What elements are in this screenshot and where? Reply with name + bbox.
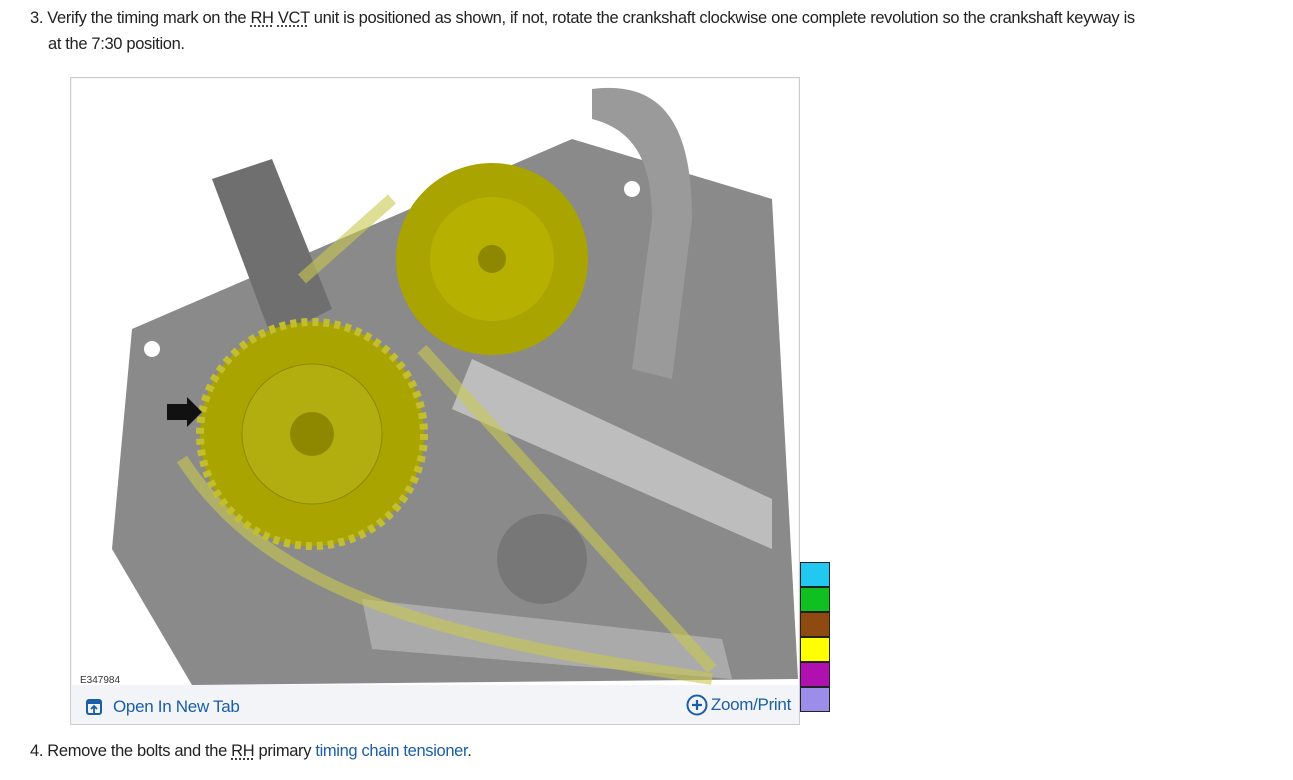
engine-illustration[interactable]: E347984 [72, 79, 798, 685]
timing-chain-tensioner-link[interactable]: timing chain tensioner [315, 742, 467, 760]
figure-toolbar: Open In New Tab Zoom/Print [71, 686, 799, 724]
open-in-new-tab-link[interactable]: Open In New Tab [85, 697, 240, 717]
abbr-rh[interactable]: RH [231, 742, 254, 760]
open-new-tab-icon [86, 699, 102, 715]
step-3: 3. Verify the timing mark on the RH VCT … [30, 5, 1292, 57]
abbr-vct[interactable]: VCT [278, 9, 310, 27]
figure: E347984 Open In New Tab Zoom/Print [70, 77, 800, 725]
swatch[interactable] [800, 662, 830, 687]
step-text: . [467, 742, 472, 760]
color-swatches [800, 562, 830, 712]
swatch[interactable] [800, 587, 830, 612]
figure-id: E347984 [80, 675, 121, 685]
zoom-print-link[interactable]: Zoom/Print [686, 694, 791, 716]
step-4: 4. Remove the bolts and the RH primary t… [30, 738, 472, 764]
step-text: at the 7:30 position. [48, 35, 185, 53]
swatch[interactable] [800, 562, 830, 587]
swatch[interactable] [800, 612, 830, 637]
step-number: 3. [30, 9, 44, 27]
open-tab-label: Open In New Tab [113, 697, 240, 716]
abbr-rh[interactable]: RH [250, 9, 273, 27]
plus-circle-icon [686, 694, 708, 716]
swatch[interactable] [800, 687, 830, 712]
step-text: Remove the bolts and the [47, 742, 227, 760]
step-text: unit is positioned as shown, if not, rot… [313, 9, 1135, 27]
step-text: primary [258, 742, 312, 760]
zoom-label: Zoom/Print [710, 695, 791, 714]
step-text: Verify the timing mark on the [47, 9, 247, 27]
step-number: 4. [30, 742, 44, 760]
swatch[interactable] [800, 637, 830, 662]
